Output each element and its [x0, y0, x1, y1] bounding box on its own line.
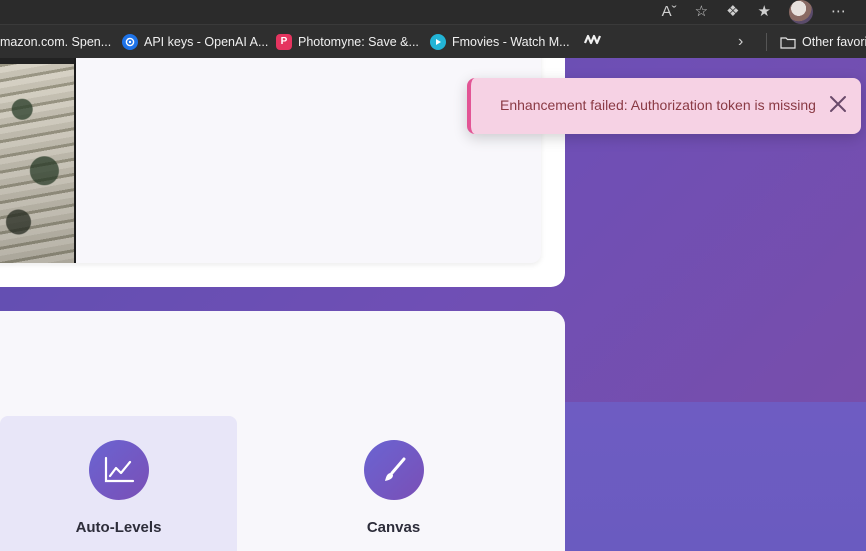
chart-line-icon [88, 440, 149, 500]
tool-label: Auto-Levels [75, 519, 162, 536]
other-favorites-folder[interactable]: Other favori [780, 34, 866, 50]
toast-message: Enhancement failed: Authorization token … [500, 97, 816, 113]
browser-top-strip: Aˇ ☆ ❖ ★ ⋯ [0, 0, 866, 25]
photomyne-icon: P [276, 33, 292, 50]
browser-toolbar-icons: Aˇ ☆ ❖ ★ ⋯ [662, 0, 866, 24]
tool-canvas[interactable]: Canvas [280, 416, 507, 551]
tools-card: Auto-Levels Canvas [0, 311, 565, 551]
bookmark-label: Photomyne: Save &... [298, 34, 419, 49]
wave-icon[interactable] [583, 33, 602, 50]
extensions-icon[interactable]: ❖ [726, 0, 739, 24]
background-panel [565, 402, 866, 551]
bookmark-label: mazon.com. Spen... [0, 34, 112, 49]
favorites-icon[interactable]: ★ [758, 0, 771, 24]
read-aloud-icon[interactable]: Aˇ [662, 0, 677, 24]
tool-label: Canvas [366, 519, 421, 536]
openai-icon [122, 33, 138, 50]
favorite-star-icon[interactable]: ☆ [695, 0, 708, 24]
bookmarks-divider [766, 33, 767, 51]
bookmark-label: Fmovies - Watch M... [452, 34, 570, 49]
other-favorites-label: Other favori [802, 34, 866, 49]
bookmarks-overflow-chevron-icon[interactable]: › [738, 33, 743, 51]
close-icon[interactable] [826, 92, 850, 116]
photo-thumbnail[interactable] [0, 58, 76, 263]
more-icon[interactable]: ⋯ [831, 0, 846, 24]
bookmark-amazon[interactable]: mazon.com. Spen... [0, 35, 111, 49]
app-page: Auto-Levels Canvas Enhancement failed: A… [0, 58, 866, 551]
brush-icon [363, 440, 424, 500]
play-icon [430, 33, 446, 50]
bookmarks-bar: mazon.com. Spen... API keys - OpenAI A..… [0, 25, 866, 58]
photo-content [0, 58, 74, 263]
bookmark-openai[interactable]: API keys - OpenAI A... [122, 33, 269, 50]
bookmark-fmovies[interactable]: Fmovies - Watch M... [430, 33, 570, 50]
error-toast: Enhancement failed: Authorization token … [467, 78, 861, 134]
image-preview-panel [0, 58, 541, 263]
profile-avatar[interactable] [789, 0, 813, 24]
bookmark-label: API keys - OpenAI A... [144, 34, 269, 49]
bookmark-photomyne[interactable]: P Photomyne: Save &... [276, 33, 419, 50]
folder-icon [780, 34, 796, 50]
tool-auto-levels[interactable]: Auto-Levels [0, 416, 237, 551]
